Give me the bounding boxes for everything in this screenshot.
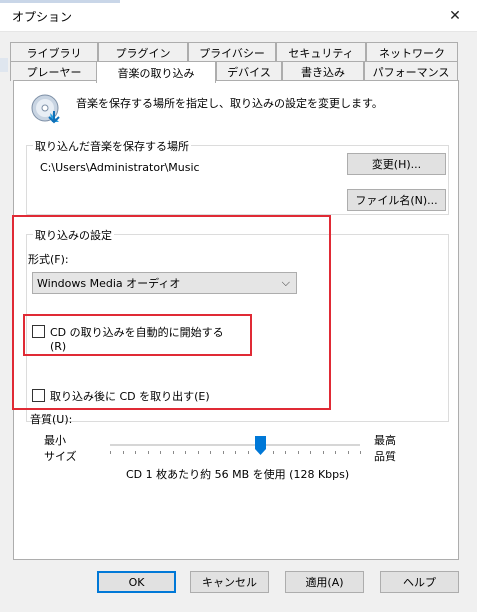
- eject-checkbox[interactable]: [32, 389, 45, 402]
- slider-tick: [198, 451, 199, 454]
- slider-tick: [210, 451, 211, 454]
- close-button[interactable]: ✕: [440, 4, 470, 28]
- slider-tick: [110, 451, 111, 454]
- quality-max-label-2: 品質: [374, 450, 396, 463]
- format-value: Windows Media オーディオ: [37, 277, 181, 290]
- cd-rip-icon: [31, 94, 60, 124]
- format-select[interactable]: Windows Media オーディオ ⌵: [32, 272, 297, 294]
- save-location-title: 取り込んだ音楽を保存する場所: [33, 138, 191, 154]
- title-bar: オプション ✕: [0, 0, 477, 32]
- rip-settings-title: 取り込みの設定: [33, 227, 114, 243]
- slider-tick: [310, 451, 311, 454]
- slider-tick: [273, 451, 274, 454]
- quality-min-label: 最小: [44, 434, 66, 447]
- cancel-button[interactable]: キャンセル: [190, 571, 269, 593]
- slider-tick: [298, 451, 299, 454]
- tab-plugins[interactable]: プラグイン: [98, 42, 188, 62]
- eject-label: 取り込み後に CD を取り出す(E): [50, 390, 210, 403]
- apply-button[interactable]: 適用(A): [285, 571, 364, 593]
- slider-tick: [148, 451, 149, 454]
- background-window-edge: [0, 58, 8, 72]
- quality-usage-text: CD 1 枚あたり約 56 MB を使用 (128 Kbps): [126, 468, 350, 481]
- slider-tick: [285, 451, 286, 454]
- auto-rip-label: CD の取り込みを自動的に開始する: [50, 326, 224, 339]
- file-name-button[interactable]: ファイル名(N)...: [347, 189, 446, 211]
- slider-tick: [360, 451, 361, 454]
- slider-tick: [123, 451, 124, 454]
- change-location-button[interactable]: 変更(H)...: [347, 153, 446, 175]
- slider-tick: [135, 451, 136, 454]
- slider-tick: [348, 451, 349, 454]
- quality-label: 音質(U):: [30, 413, 73, 426]
- tab-network[interactable]: ネットワーク: [366, 42, 458, 62]
- tab-performance[interactable]: パフォーマンス: [364, 61, 458, 81]
- slider-tick: [323, 451, 324, 454]
- intro-text: 音楽を保存する場所を指定し、取り込みの設定を変更します。: [76, 97, 383, 110]
- tab-security[interactable]: セキュリティ: [276, 42, 366, 62]
- ok-button[interactable]: OK: [97, 571, 176, 593]
- tab-player[interactable]: プレーヤー: [10, 61, 98, 81]
- window-title: オプション: [12, 10, 73, 24]
- auto-rip-label-accesskey: (R): [50, 340, 67, 353]
- slider-tick: [160, 451, 161, 454]
- slider-tick: [248, 451, 249, 454]
- help-button[interactable]: ヘルプ: [380, 571, 459, 593]
- chevron-down-icon: ⌵: [281, 276, 290, 289]
- quality-slider-track[interactable]: [110, 444, 360, 446]
- slider-tick: [223, 451, 224, 454]
- tab-rip-music[interactable]: 音楽の取り込み: [96, 61, 216, 83]
- tab-burn[interactable]: 書き込み: [282, 61, 364, 81]
- format-label: 形式(F):: [28, 253, 69, 266]
- background-window-strip: [0, 0, 120, 3]
- tab-privacy[interactable]: プライバシー: [188, 42, 276, 62]
- save-path: C:\Users\Administrator\Music: [40, 161, 200, 174]
- slider-tick: [185, 451, 186, 454]
- quality-slider-thumb[interactable]: [255, 436, 266, 455]
- tab-devices[interactable]: デバイス: [216, 61, 282, 81]
- quality-min-label-2: サイズ: [44, 450, 77, 463]
- close-icon: ✕: [449, 8, 461, 24]
- tab-library[interactable]: ライブラリ: [10, 42, 98, 62]
- auto-rip-checkbox[interactable]: [32, 325, 45, 338]
- slider-tick: [235, 451, 236, 454]
- tab-panel: 音楽を保存する場所を指定し、取り込みの設定を変更します。 取り込んだ音楽を保存す…: [13, 80, 459, 560]
- slider-tick: [173, 451, 174, 454]
- slider-tick: [335, 451, 336, 454]
- quality-max-label: 最高: [374, 434, 396, 447]
